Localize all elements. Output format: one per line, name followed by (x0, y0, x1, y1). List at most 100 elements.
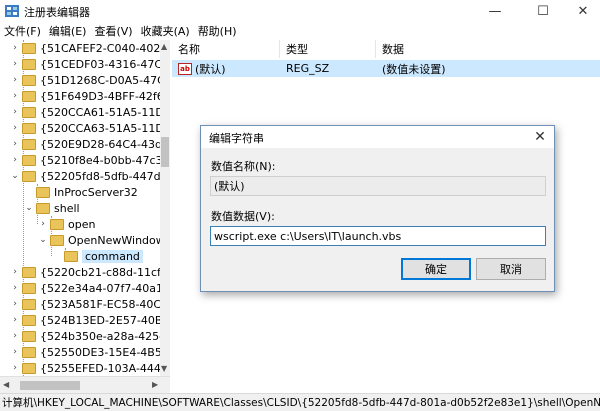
menu-favorites[interactable]: 收藏夹(A) (137, 23, 194, 39)
value-row-default[interactable]: ab (默认) REG_SZ (数值未设置) (172, 60, 600, 77)
tree-item-label: {5255EFED-103A-4444-B1 (40, 361, 160, 375)
expand-chevron-icon[interactable]: › (10, 267, 20, 277)
tree-item-expanded[interactable]: ⌄ {52205fd8-5dfb-447d-80 (10, 168, 160, 184)
tree-item[interactable]: › {5210f8e4-b0bb-47c3-a8 (10, 152, 160, 168)
collapse-chevron-icon[interactable]: ⌄ (24, 203, 34, 213)
folder-icon (22, 298, 36, 310)
dialog-titlebar: 编辑字符串 ✕ (201, 126, 554, 148)
tree-vertical-scroll-thumb[interactable] (161, 137, 169, 167)
scroll-up-arrow-icon[interactable]: ▲ (161, 42, 167, 51)
expand-chevron-icon[interactable]: › (10, 347, 20, 357)
status-bar-path: 计算机\HKEY_LOCAL_MACHINE\SOFTWARE\Classes\… (0, 393, 600, 411)
minimize-button[interactable]: — (480, 0, 510, 22)
tree-item[interactable]: › {5220cb21-c88d-11cf-b34 (10, 264, 160, 280)
tree-item-label: {520CCA61-51A5-11D3-9 (40, 105, 160, 119)
tree-item-label: shell (54, 201, 80, 215)
tree-item[interactable]: › {51F649D3-4BFF-42f6-A2 (10, 88, 160, 104)
tree-item-label: {51CAFEF2-C040-4022-A1 (40, 41, 160, 55)
tree-item[interactable]: › {51CEDF03-4316-47C9-81 (10, 56, 160, 72)
folder-icon (22, 362, 36, 374)
folder-icon (22, 74, 36, 86)
expand-chevron-icon[interactable]: › (10, 43, 20, 53)
tree-item-label: {524B13ED-2E57-40B8-B8 (40, 313, 160, 327)
tree-item[interactable]: › {51D1268C-D0A5-47CC-A (10, 72, 160, 88)
folder-icon (22, 346, 36, 358)
expand-chevron-icon[interactable]: › (10, 59, 20, 69)
scroll-right-arrow-icon[interactable]: ▶ (152, 380, 158, 389)
tree-item[interactable]: › {52550DE3-15E4-4B53-96 (10, 344, 160, 360)
expand-chevron-icon[interactable]: › (10, 283, 20, 293)
folder-icon (50, 218, 64, 230)
tree-horizontal-scrollbar[interactable]: ◀ ▶ (0, 376, 170, 393)
tree-item-label: {51F649D3-4BFF-42f6-A2 (40, 89, 160, 103)
menu-help[interactable]: 帮助(H) (194, 23, 241, 39)
folder-icon (22, 266, 36, 278)
expand-chevron-icon[interactable]: › (10, 331, 20, 341)
tree-item[interactable]: › {524b350e-a28a-425d-a4 (10, 328, 160, 344)
expand-chevron-icon[interactable]: › (38, 219, 48, 229)
folder-open-icon (36, 202, 50, 214)
tree-item[interactable]: › {5255EFED-103A-4444-B1 (10, 360, 160, 376)
folder-icon (22, 106, 36, 118)
value-name-field: (默认) (210, 176, 546, 196)
expand-chevron-icon[interactable]: › (10, 91, 20, 101)
folder-icon (22, 330, 36, 342)
maximize-button[interactable]: ☐ (528, 0, 558, 22)
folder-icon (36, 186, 50, 198)
tree-vertical-scrollbar[interactable]: ▲ ▼ (160, 40, 170, 376)
expand-chevron-icon[interactable]: › (10, 299, 20, 309)
collapse-chevron-icon[interactable]: ⌄ (38, 235, 48, 245)
folder-icon (22, 90, 36, 102)
tree-item-expanded[interactable]: ⌄ shell (24, 200, 80, 216)
collapse-chevron-icon[interactable]: ⌄ (10, 171, 20, 181)
expand-chevron-icon[interactable]: › (10, 315, 20, 325)
column-header-type[interactable]: 类型 (280, 40, 376, 58)
tree-item-label: {524b350e-a28a-425d-a4 (40, 329, 160, 343)
tree-item[interactable]: › {520E9D28-64C4-43df-BE (10, 136, 160, 152)
tree-item-selected[interactable]: command (52, 248, 143, 264)
tree-item[interactable]: › {522e34a4-07f7-40a1-94c (10, 280, 160, 296)
expand-chevron-icon[interactable]: › (10, 123, 20, 133)
menu-view[interactable]: 查看(V) (90, 23, 136, 39)
expand-chevron-icon[interactable]: › (10, 75, 20, 85)
tree-item[interactable]: › open (38, 216, 95, 232)
close-button[interactable]: ✕ (568, 0, 598, 22)
menu-file[interactable]: 文件(F) (0, 23, 45, 39)
tree-item[interactable]: › {524B13ED-2E57-40B8-B8 (10, 312, 160, 328)
tree-item-label: {520E9D28-64C4-43df-BE (40, 137, 160, 151)
tree-item-label: {51D1268C-D0A5-47CC-A (40, 73, 160, 87)
folder-open-icon (22, 170, 36, 182)
tree-item-label: {5210f8e4-b0bb-47c3-a8 (40, 153, 160, 167)
folder-icon (22, 42, 36, 54)
ok-button[interactable]: 确定 (401, 258, 471, 280)
tree-item[interactable]: › {51CAFEF2-C040-4022-A1 (10, 40, 160, 56)
folder-icon (22, 58, 36, 70)
expand-chevron-icon[interactable]: › (10, 363, 20, 373)
tree-item[interactable]: › {520CCA61-51A5-11D3-9 (10, 104, 160, 120)
column-header-name[interactable]: 名称 (172, 40, 280, 58)
cancel-button[interactable]: 取消 (476, 258, 546, 280)
tree-item-label: open (68, 217, 96, 231)
menu-bar: 文件(F) 编辑(E) 查看(V) 收藏夹(A) 帮助(H) (0, 22, 600, 39)
tree-item-label: {520CCA63-51A5-11D3-9 (40, 121, 160, 135)
expand-chevron-icon[interactable]: › (10, 107, 20, 117)
tree-item-label: {52550DE3-15E4-4B53-96 (40, 345, 160, 359)
dialog-close-button[interactable]: ✕ (529, 127, 551, 147)
menu-edit[interactable]: 编辑(E) (45, 23, 91, 39)
expand-chevron-icon[interactable]: › (10, 139, 20, 149)
tree-item-expanded[interactable]: ⌄ OpenNewWindow (38, 232, 160, 248)
tree-item-label: {51CEDF03-4316-47C9-81 (40, 57, 160, 71)
value-data-input[interactable]: wscript.exe c:\Users\IT\launch.vbs (210, 226, 546, 246)
value-name-cell: ab (默认) (178, 60, 226, 77)
tree-horizontal-scroll-thumb[interactable] (20, 381, 80, 390)
column-header-data[interactable]: 数据 (376, 40, 600, 58)
scroll-down-arrow-icon[interactable]: ▼ (161, 364, 167, 373)
tree-item-label: {5220cb21-c88d-11cf-b34 (40, 265, 160, 279)
value-name: (默认) (195, 62, 226, 76)
tree-item[interactable]: › {523A581F-EC58-40CE-99 (10, 296, 160, 312)
scroll-left-arrow-icon[interactable]: ◀ (3, 380, 9, 389)
expand-chevron-icon[interactable]: › (10, 155, 20, 165)
tree-item[interactable]: InProcServer32 (24, 184, 138, 200)
regedit-app-icon (5, 5, 19, 17)
tree-item[interactable]: › {520CCA63-51A5-11D3-9 (10, 120, 160, 136)
